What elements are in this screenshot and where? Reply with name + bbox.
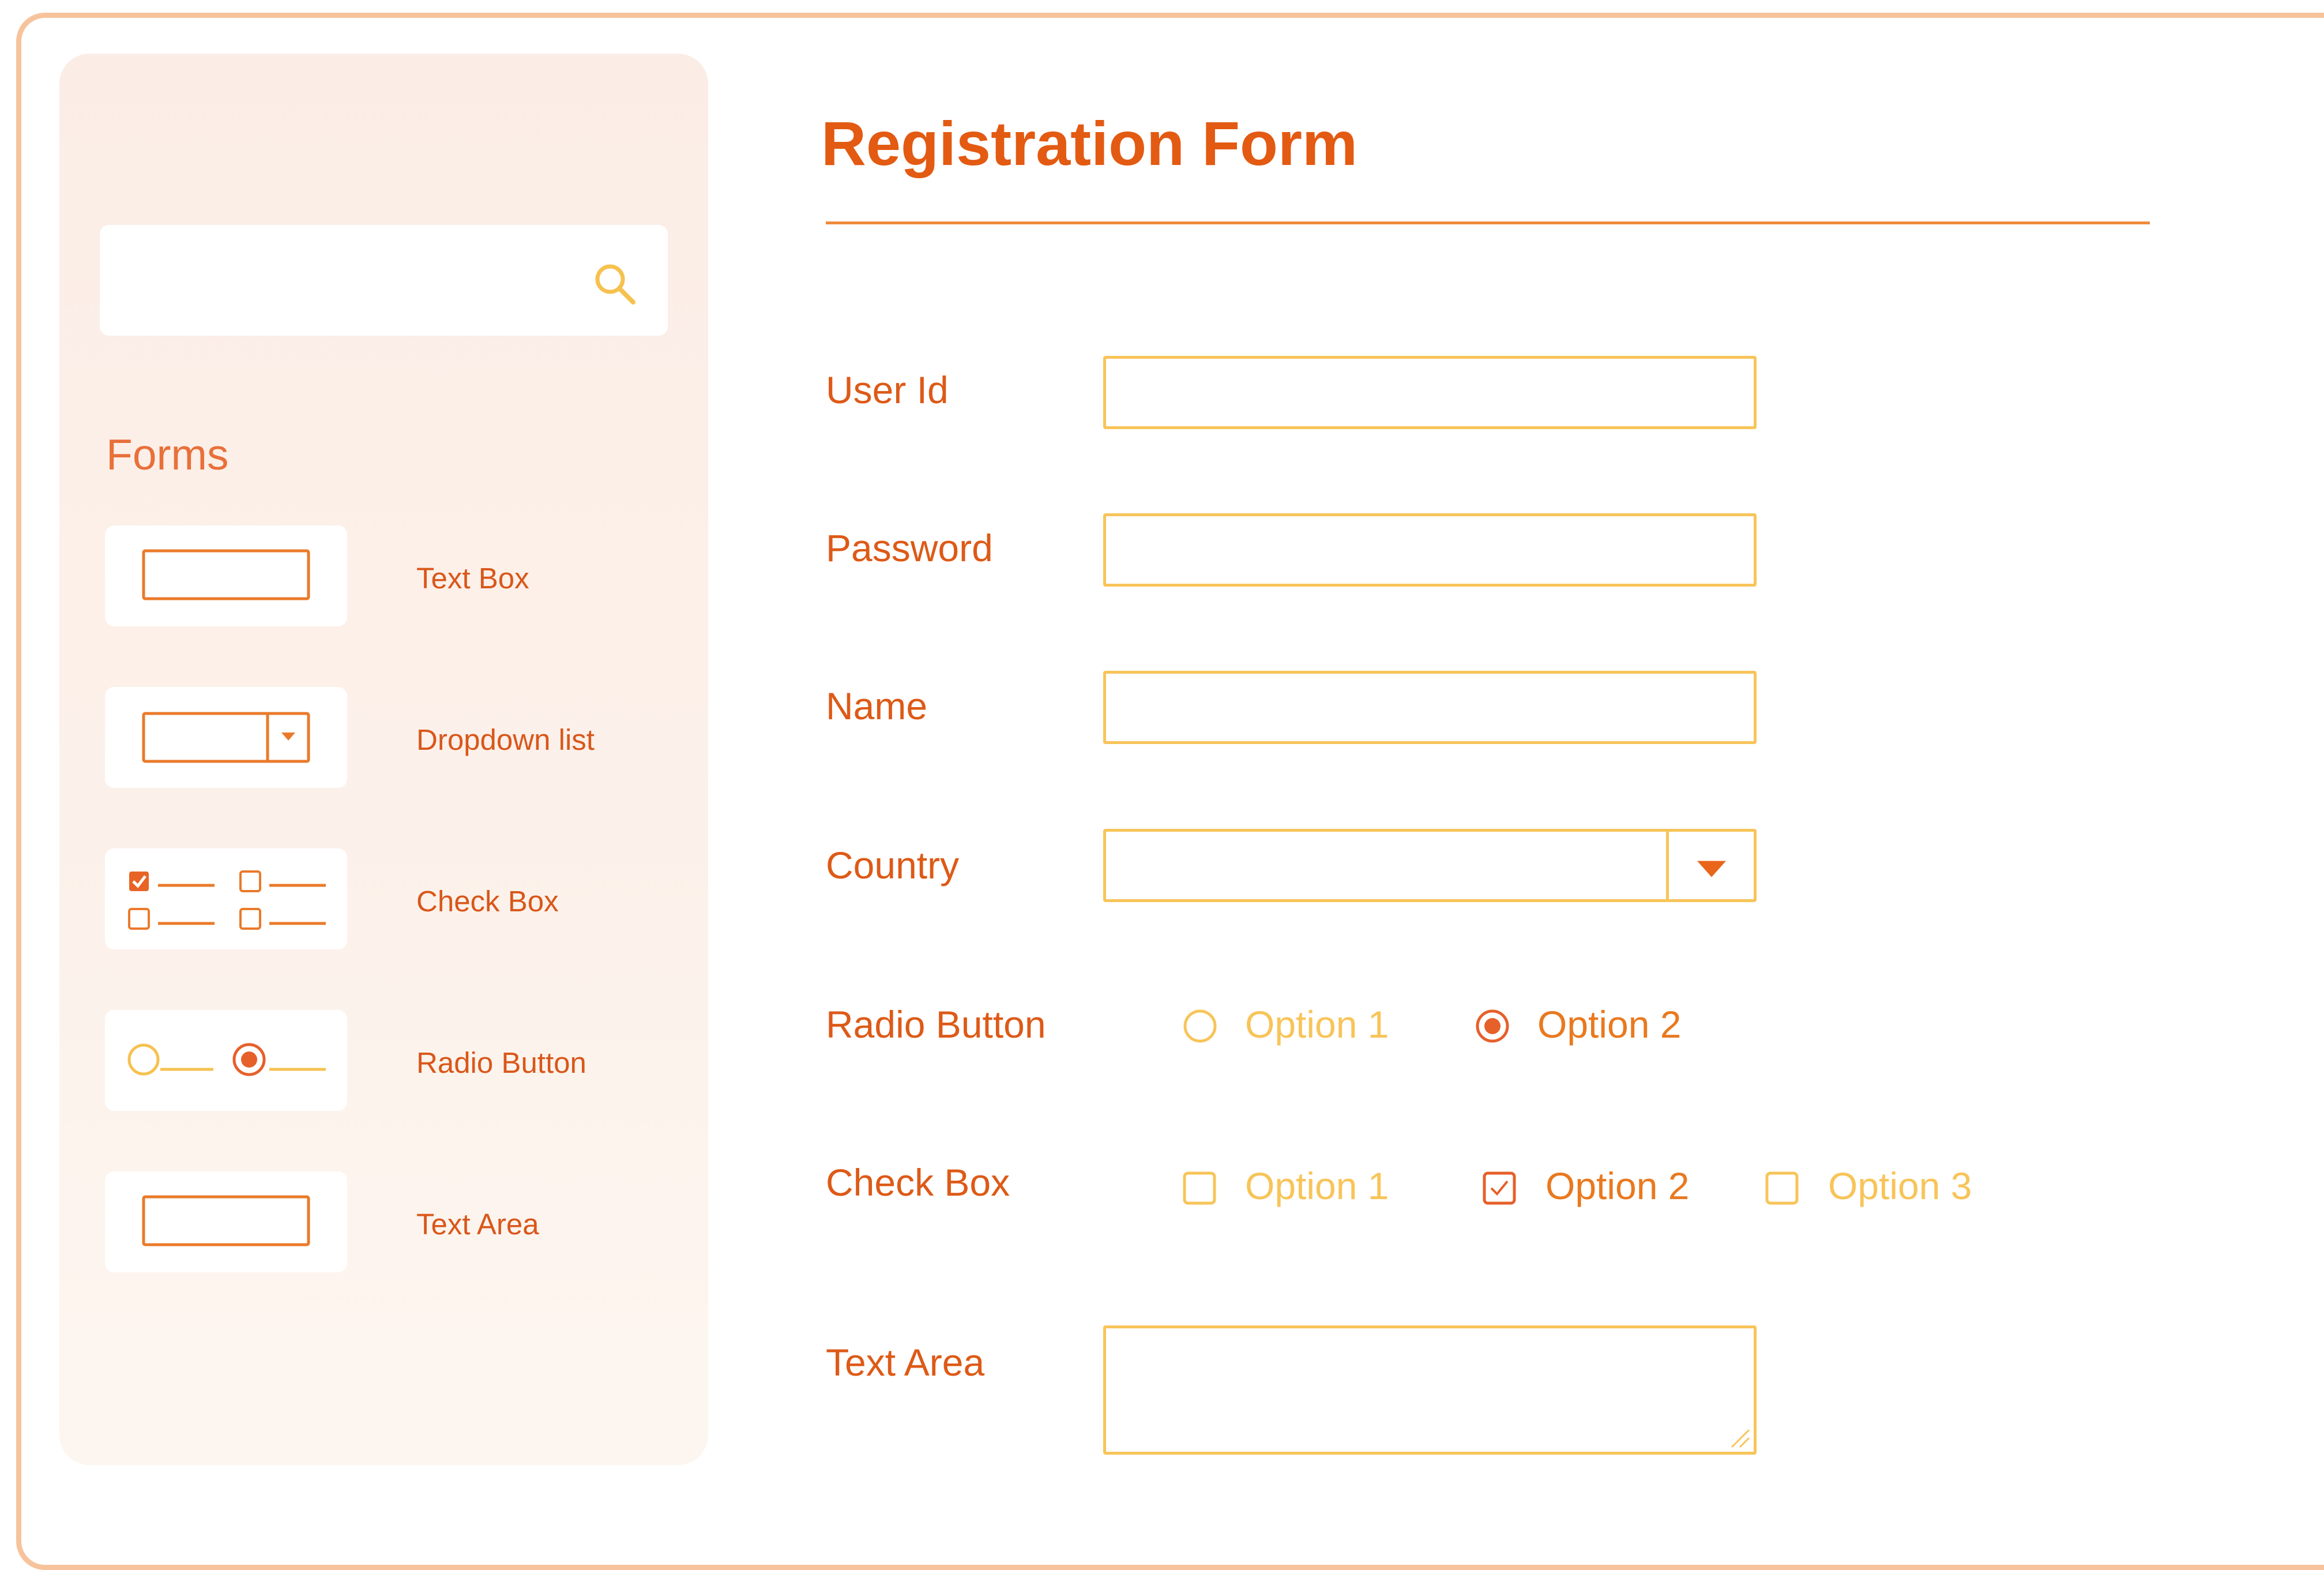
checkbox-option-2-label[interactable]: Option 2 [1545, 1164, 1690, 1208]
radio-option-1-label[interactable]: Option 1 [1245, 1002, 1389, 1046]
sidebar-item-radio-button[interactable]: Radio Button [105, 1010, 586, 1111]
title-divider [826, 221, 2150, 224]
sidebar-item-text-box[interactable]: Text Box [105, 525, 529, 626]
name-input[interactable] [1103, 671, 1757, 744]
sidebar-item-label: Text Box [416, 562, 529, 595]
radio-option-2-label[interactable]: Option 2 [1537, 1002, 1682, 1046]
textbox-preview-icon [142, 549, 310, 600]
sidebar-item-label: Dropdown list [416, 723, 595, 756]
resize-handle-icon[interactable] [1729, 1428, 1750, 1448]
sidebar-item-label: Radio Button [416, 1046, 586, 1079]
tool-card [105, 1171, 347, 1272]
checkbox-option-1-label[interactable]: Option 1 [1245, 1164, 1389, 1208]
checkbox-option-3[interactable] [1765, 1171, 1799, 1205]
country-select[interactable] [1103, 829, 1757, 902]
sidebar-item-label: Check Box [416, 885, 559, 918]
search-icon[interactable] [592, 261, 638, 307]
sidebar-item-label: Text Area [416, 1208, 539, 1241]
tool-card [105, 525, 347, 626]
checkbox-preview-icon [128, 870, 326, 930]
tool-card [105, 687, 347, 788]
country-label: Country [826, 844, 960, 887]
sidebar-item-check-box[interactable]: Check Box [105, 848, 559, 949]
sidebar-item-text-area[interactable]: Text Area [105, 1171, 539, 1272]
text-area-label: Text Area [826, 1341, 985, 1384]
components-sidebar: Forms Text Box Dropdown list Check Box R… [59, 54, 708, 1465]
textarea-preview-icon [142, 1195, 310, 1246]
radio-group-label: Radio Button [826, 1003, 1046, 1046]
page-title: Registration Form [821, 108, 1358, 178]
checkbox-option-2[interactable] [1482, 1171, 1517, 1205]
user-id-input[interactable] [1103, 356, 1757, 429]
tool-card [105, 848, 347, 949]
text-area-input[interactable] [1103, 1325, 1757, 1455]
name-label: Name [826, 685, 928, 727]
radio-option-2[interactable] [1475, 1008, 1510, 1044]
password-label: Password [826, 527, 993, 569]
tool-card [105, 1010, 347, 1111]
checkbox-option-1[interactable] [1182, 1171, 1217, 1205]
radio-option-1[interactable] [1182, 1008, 1218, 1044]
user-id-label: User Id [826, 369, 949, 411]
checkbox-group-label: Check Box [826, 1161, 1010, 1204]
country-dropdown-toggle[interactable] [1666, 832, 1754, 899]
password-input[interactable] [1103, 513, 1757, 587]
dropdown-preview-icon [142, 712, 310, 763]
sidebar-item-dropdown-list[interactable]: Dropdown list [105, 687, 595, 788]
sidebar-search-input[interactable] [100, 225, 668, 336]
sidebar-section-title: Forms [106, 430, 229, 479]
chevron-down-icon [1697, 861, 1726, 877]
radio-preview-icon [127, 1043, 326, 1076]
checkbox-option-3-label[interactable]: Option 3 [1828, 1164, 1972, 1208]
